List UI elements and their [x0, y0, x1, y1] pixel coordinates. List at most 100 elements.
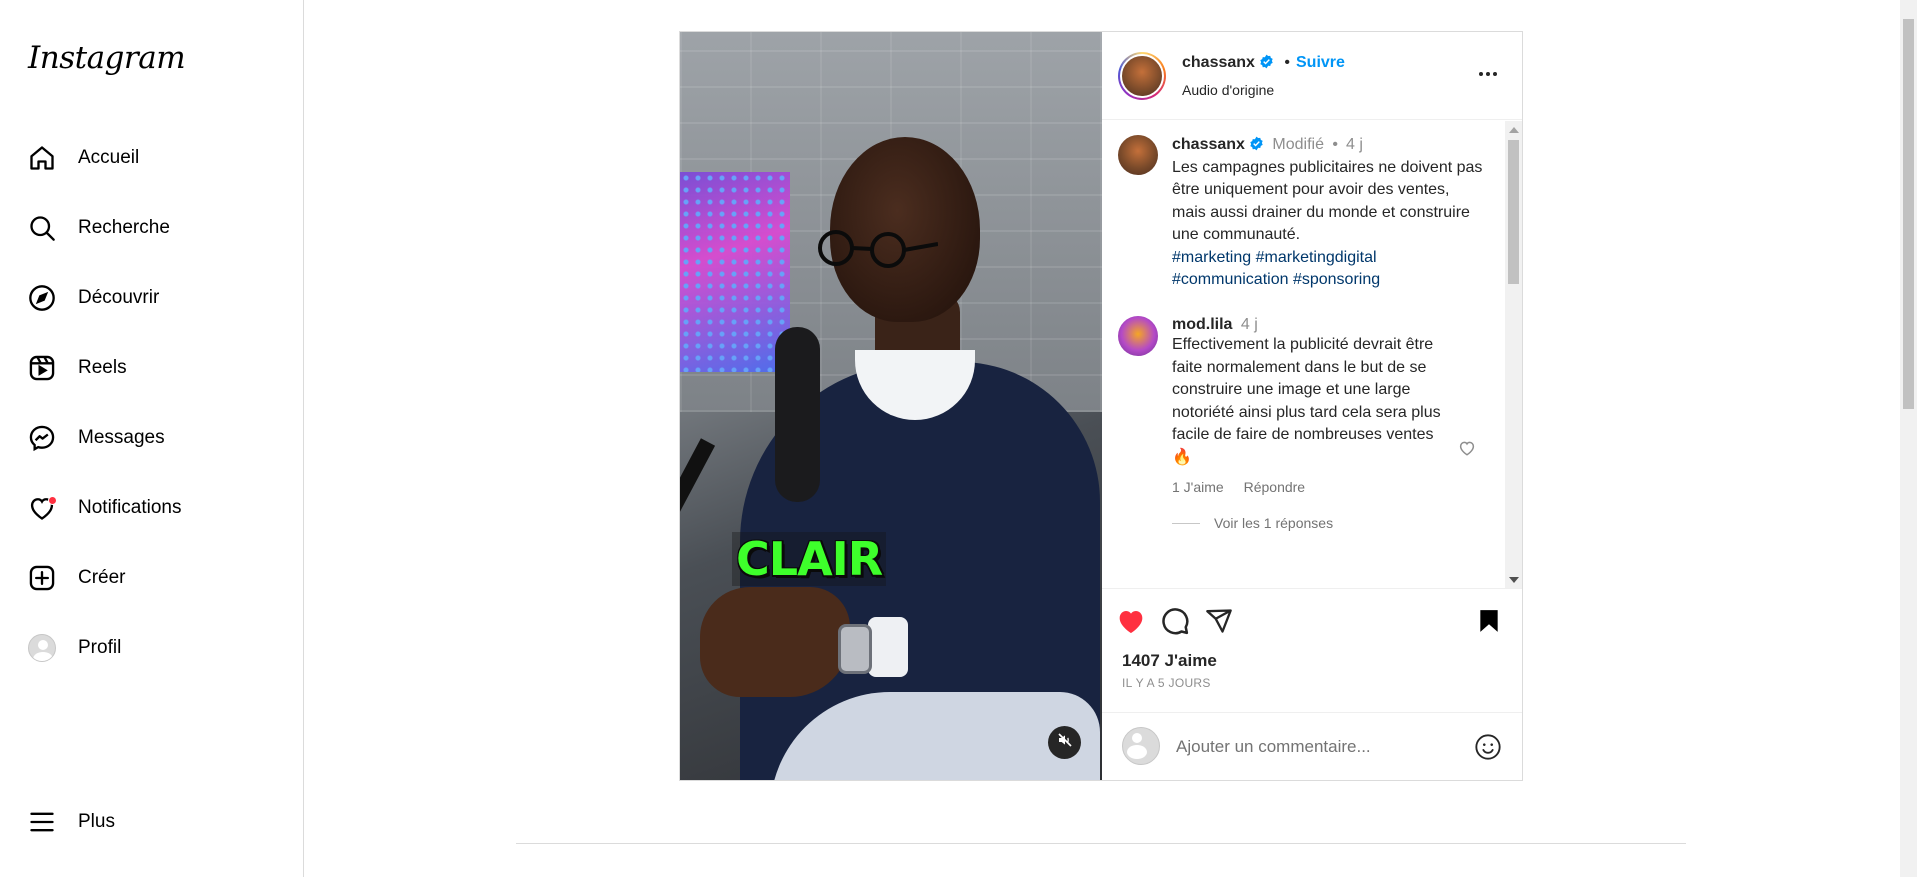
sidebar-item-label: Accueil	[78, 147, 140, 168]
emoji-button[interactable]	[1474, 733, 1502, 766]
replies-line	[1172, 522, 1200, 524]
share-button[interactable]	[1202, 606, 1236, 640]
bookmark-filled-icon	[1476, 607, 1502, 640]
sidebar-item-reels[interactable]: Reels	[16, 340, 286, 396]
page-scrollbar[interactable]	[1900, 0, 1917, 877]
scroll-up-arrow-icon[interactable]	[1509, 127, 1519, 133]
caption-block: chassanx Modifié • 4 j Les campagnes publ…	[1172, 134, 1484, 292]
hashtag-link[interactable]: #sponsoring	[1293, 271, 1380, 288]
sidebar-item-messages[interactable]: Messages	[16, 410, 286, 466]
comment-item: mod.lila 4 j Effectivement la publicité …	[1172, 316, 1454, 531]
like-button[interactable]	[1114, 606, 1148, 640]
emoji-icon	[1474, 734, 1502, 765]
sidebar-item-profil[interactable]: Profil	[16, 620, 286, 676]
caption-author[interactable]: chassanx	[1172, 136, 1245, 153]
author-line: chassanx • Suivre	[1182, 54, 1345, 72]
header-separator: •	[1284, 54, 1290, 71]
more-horizontal-icon	[1476, 62, 1500, 91]
hashtag-link[interactable]: #marketingdigital	[1256, 249, 1377, 266]
avatar-icon	[28, 634, 56, 662]
menu-icon	[28, 808, 56, 836]
follow-button[interactable]: Suivre	[1296, 54, 1345, 71]
verified-badge-icon	[1259, 54, 1274, 69]
sidebar-item-label: Profil	[78, 637, 122, 658]
sidebar-item-label: Notifications	[78, 497, 182, 518]
led-panel	[680, 172, 790, 372]
compass-icon	[28, 284, 56, 312]
comment-age[interactable]: 4 j	[1241, 316, 1258, 333]
scroll-down-arrow-icon[interactable]	[1509, 577, 1519, 583]
post-video[interactable]: CLAIR	[680, 32, 1102, 780]
likes-count[interactable]: 1407 J'aime	[1122, 651, 1217, 671]
post-time[interactable]: IL Y A 5 JOURS	[1122, 676, 1211, 690]
comment-author[interactable]: mod.lila	[1172, 316, 1232, 333]
audio-link[interactable]: Audio d'origine	[1182, 82, 1274, 98]
speaker-muted-icon	[1057, 732, 1073, 753]
post-header: chassanx • Suivre Audio d'origine	[1102, 32, 1522, 120]
feed-divider	[516, 843, 1686, 844]
sidebar-item-creer[interactable]: Créer	[16, 550, 286, 606]
search-icon	[28, 214, 56, 242]
caption-age[interactable]: 4 j	[1346, 136, 1363, 153]
home-icon	[28, 144, 56, 172]
hashtag-link[interactable]: #communication	[1172, 271, 1289, 288]
messenger-icon	[28, 424, 56, 452]
heart-outline-icon	[1458, 441, 1476, 461]
sidebar-item-label: Créer	[78, 567, 126, 588]
heart-icon	[28, 494, 57, 522]
comment-input[interactable]	[1176, 735, 1456, 759]
caption-text: Les campagnes publicitaires ne doivent p…	[1172, 158, 1483, 244]
comment-button[interactable]	[1158, 606, 1192, 640]
reply-button[interactable]: Répondre	[1244, 479, 1306, 495]
sidebar-item-recherche[interactable]: Recherche	[16, 200, 286, 256]
sidebar-item-label: Recherche	[78, 217, 170, 238]
comments-scrollbar[interactable]	[1505, 121, 1522, 588]
notification-dot	[48, 496, 57, 505]
comment-icon	[1160, 606, 1190, 641]
comment-like-button[interactable]	[1458, 439, 1476, 462]
microphone	[775, 327, 820, 502]
page-scrollbar-thumb[interactable]	[1903, 19, 1914, 409]
comment-author-avatar[interactable]	[1118, 316, 1158, 356]
verified-badge-icon	[1249, 136, 1264, 151]
view-replies-label: Voir les 1 réponses	[1214, 515, 1334, 531]
author-avatar[interactable]	[1118, 52, 1166, 100]
hashtag-link[interactable]: #marketing	[1172, 249, 1251, 266]
heart-filled-icon	[1115, 605, 1147, 642]
comment-likes[interactable]: 1 J'aime	[1172, 479, 1224, 495]
sidebar-item-accueil[interactable]: Accueil	[16, 130, 286, 186]
add-comment-bar	[1102, 712, 1522, 780]
instagram-logo[interactable]: Instagram	[28, 40, 186, 76]
sidebar-item-label: Découvrir	[78, 287, 160, 308]
sidebar-item-notifications[interactable]: Notifications	[16, 480, 286, 536]
glasses	[818, 230, 938, 268]
sidebar-item-decouvrir[interactable]: Découvrir	[16, 270, 286, 326]
mute-button[interactable]	[1048, 726, 1081, 759]
caption-hashtags: #marketing #marketingdigital #communicat…	[1172, 247, 1484, 292]
comment-text: Effectivement la publicité devrait être …	[1172, 336, 1441, 466]
view-replies-button[interactable]: Voir les 1 réponses	[1172, 515, 1454, 531]
comments-section[interactable]: chassanx Modifié • 4 j Les campagnes publ…	[1102, 121, 1522, 589]
video-caption: CLAIR	[732, 532, 887, 586]
save-button[interactable]	[1472, 606, 1506, 640]
scrollbar-thumb[interactable]	[1508, 140, 1519, 284]
sidebar-item-label: Messages	[78, 427, 165, 448]
person-hands	[700, 587, 850, 697]
post-side-panel: chassanx • Suivre Audio d'origine chassan…	[1102, 32, 1522, 780]
plus-square-icon	[28, 564, 56, 592]
post-card: CLAIR chassanx • Suivre Audio d'origine	[679, 31, 1523, 781]
sidebar-item-label: Plus	[78, 811, 115, 832]
author-username[interactable]: chassanx	[1182, 54, 1255, 71]
sidebar-item-plus[interactable]: Plus	[16, 794, 286, 850]
caption-edited: Modifié	[1272, 136, 1324, 153]
caption-dot: •	[1332, 136, 1339, 153]
more-options-button[interactable]	[1474, 62, 1502, 90]
caption-author-avatar[interactable]	[1118, 135, 1158, 175]
shirt-cuff	[868, 617, 908, 677]
wristwatch	[838, 624, 872, 674]
paper-plane-icon	[1205, 607, 1233, 640]
current-user-avatar	[1122, 727, 1160, 765]
sidebar: Instagram Accueil Recherche Découvrir Re…	[0, 0, 304, 877]
reels-icon	[28, 354, 56, 382]
sidebar-item-label: Reels	[78, 357, 127, 378]
